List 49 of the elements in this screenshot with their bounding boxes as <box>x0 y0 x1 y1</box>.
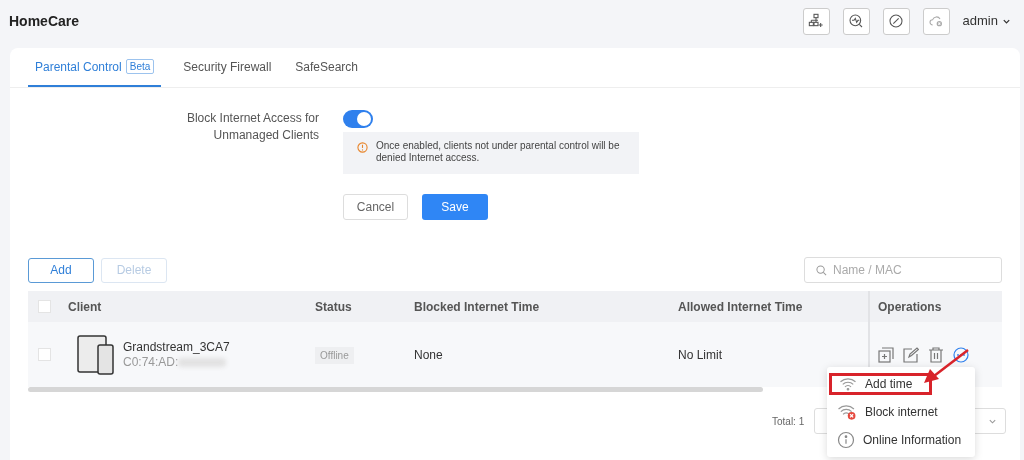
copy-add-icon[interactable] <box>878 346 894 363</box>
header-checkbox[interactable] <box>38 300 51 313</box>
beta-badge: Beta <box>125 59 155 74</box>
tab-label: Parental Control <box>35 58 122 76</box>
cancel-button[interactable]: Cancel <box>343 194 408 220</box>
more-icon[interactable] <box>953 346 969 363</box>
toggle-switch[interactable] <box>343 110 373 128</box>
diagnosis-icon <box>848 13 865 29</box>
column-header: Client <box>68 298 103 316</box>
menu-item[interactable]: Block internet <box>827 398 975 426</box>
setting-label: Block Internet Access for Unmanaged Clients <box>185 110 319 144</box>
tab[interactable]: SafeSearch <box>293 48 361 87</box>
wifi-blocked-icon <box>837 404 857 420</box>
tab-label: Security Firewall <box>183 58 272 76</box>
tab-label: SafeSearch <box>295 58 359 76</box>
menu-item[interactable]: Online Information <box>827 426 975 454</box>
menu-item[interactable]: Add time <box>829 373 932 395</box>
cloud-icon <box>928 13 945 29</box>
info-icon <box>837 431 855 449</box>
blocked-icon <box>888 13 905 29</box>
save-button[interactable]: Save <box>422 194 488 220</box>
search-field[interactable]: Name / MAC <box>804 257 1002 283</box>
add-button[interactable]: Add <box>28 257 94 283</box>
network-icon <box>808 13 825 29</box>
mac-address: C0:74:AD: <box>123 354 179 370</box>
toolbar-button[interactable] <box>802 7 830 35</box>
table-cell-text: None <box>414 346 444 364</box>
user-menu[interactable]: admin <box>962 11 1011 31</box>
column-header: Allowed Internet Time <box>678 298 804 316</box>
column-header: Blocked Internet Time <box>414 298 541 316</box>
client-name: Grandstream_3CA7 <box>123 339 230 355</box>
blurred-mask <box>178 357 227 367</box>
search-icon <box>816 265 827 276</box>
tab[interactable]: Parental Control Beta <box>28 48 162 87</box>
wifi-icon <box>839 377 857 391</box>
warning-icon <box>357 142 368 153</box>
app-title: HomeCare <box>9 11 80 31</box>
toolbar-button[interactable] <box>882 7 910 35</box>
row-checkbox[interactable] <box>38 348 51 361</box>
devices-icon <box>77 334 115 375</box>
edit-icon[interactable] <box>903 346 919 363</box>
status-badge: Offline <box>315 346 354 364</box>
delete-icon[interactable] <box>928 346 944 363</box>
toolbar-button[interactable] <box>842 7 870 35</box>
table-cell-text: No Limit <box>678 346 723 364</box>
notice-text: Once enabled, clients not under parental control will be denied Internet access. <box>376 140 621 164</box>
total-count: Total: 1 <box>772 414 805 429</box>
tab[interactable]: Security Firewall <box>181 48 274 87</box>
column-header: Status <box>315 298 353 316</box>
